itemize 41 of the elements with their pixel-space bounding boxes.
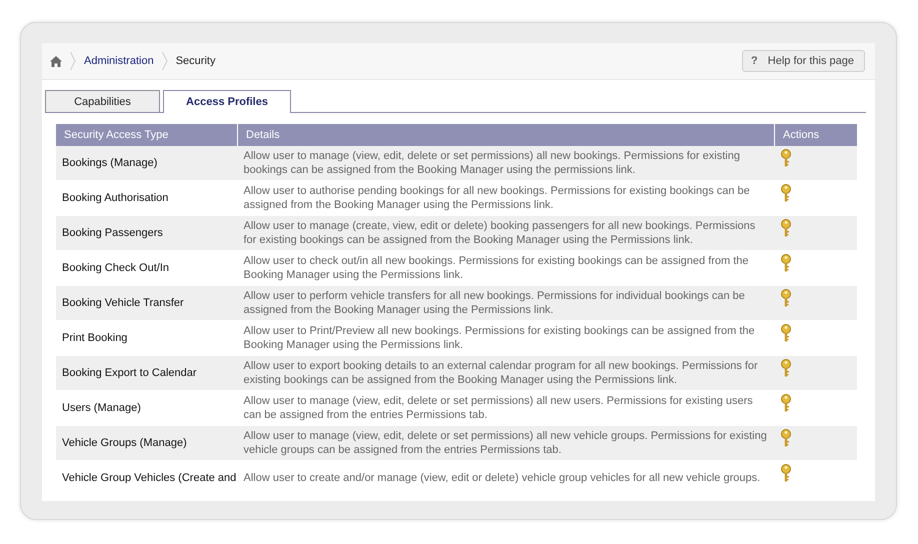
access-type: Booking Check Out/In [62, 262, 170, 274]
details-text: Allow user to check out/in all new bookings. Permissions for existing bookings can be assigned from the Booking Manager using the Permissions link. [244, 255, 749, 281]
access-type: Booking Vehicle Transfer [62, 297, 184, 309]
details-text: Allow user to perform vehicle transfers for all new bookings. Permissions for individual bookings can be assigned from the Booking Manager using the Permissions link. [244, 290, 745, 316]
column-header: Security Access Type [56, 124, 238, 146]
column-header: Actions [774, 124, 857, 146]
home-icon[interactable] [50, 56, 62, 66]
chevron-icon [70, 52, 76, 70]
access-type: Print Booking [62, 332, 128, 344]
access-type: Vehicle Group Vehicles (Create and [62, 472, 236, 484]
details-text: Allow user to export booking details to an external calendar program for all new bookings. Permissions for existing bookings can be assigned from the Booking Manager using the Permissions link. [244, 360, 758, 386]
key-icon[interactable] [780, 149, 790, 167]
breadcrumb-link[interactable]: Administration [84, 55, 154, 67]
column-header: Details [238, 124, 774, 146]
details-text: Allow user to authorise pending bookings for all new bookings. Permissions for existing bookings can be assigned from the Booking Manager using the Permissions link. [244, 185, 750, 211]
key-icon[interactable] [780, 394, 790, 412]
tab[interactable]: Capabilities [45, 90, 160, 112]
access-type: Booking Passengers [62, 227, 163, 239]
tab[interactable]: Access Profiles [163, 90, 291, 113]
key-icon[interactable] [780, 289, 790, 307]
access-type: Booking Export to Calendar [62, 367, 197, 379]
key-icon[interactable] [780, 219, 790, 237]
access-type: Users (Manage) [62, 402, 141, 414]
help-button[interactable]: ? Help for this page [742, 50, 865, 72]
key-icon[interactable] [780, 184, 790, 202]
details-text: Allow user to manage (view, edit, delete or set permissions) all new vehicle groups. Permissions for existing vehicle groups can be assigned from the entries Permissions tab. [244, 430, 767, 456]
access-type: Vehicle Groups (Manage) [62, 437, 187, 449]
details-text: Allow user to Print/Preview all new bookings. Permissions for existing bookings can be assigned from the Booking Manager using the Permissions link. [244, 325, 755, 351]
key-icon[interactable] [780, 464, 790, 482]
details-text: Allow user to manage (view, edit, delete or set permissions) all new bookings. Permissions for existing bookings can be assigned from the Booking Manager using the permissions link. [244, 150, 740, 176]
chevron-icon [162, 52, 168, 70]
breadcrumb-current: Security [176, 55, 216, 67]
key-icon[interactable] [780, 359, 790, 377]
details-text: Allow user to manage (create, view, edit or delete) booking passengers for all new bookings. Permissions for existing bookings can be assigned from the Booking Manager using the Permissions link. [244, 220, 756, 246]
access-type: Booking Authorisation [62, 192, 168, 204]
key-icon[interactable] [780, 429, 790, 447]
details-text: Allow user to create and/or manage (view, edit or delete) vehicle group vehicles for all new vehicle groups. [244, 472, 760, 484]
access-type: Bookings (Manage) [62, 157, 158, 169]
key-icon[interactable] [780, 324, 790, 342]
key-icon[interactable] [780, 254, 790, 272]
details-text: Allow user to manage (view, edit, delete or set permissions) all new users. Permissions for existing users can be assigned from the entries Permissions tab. [244, 395, 753, 421]
